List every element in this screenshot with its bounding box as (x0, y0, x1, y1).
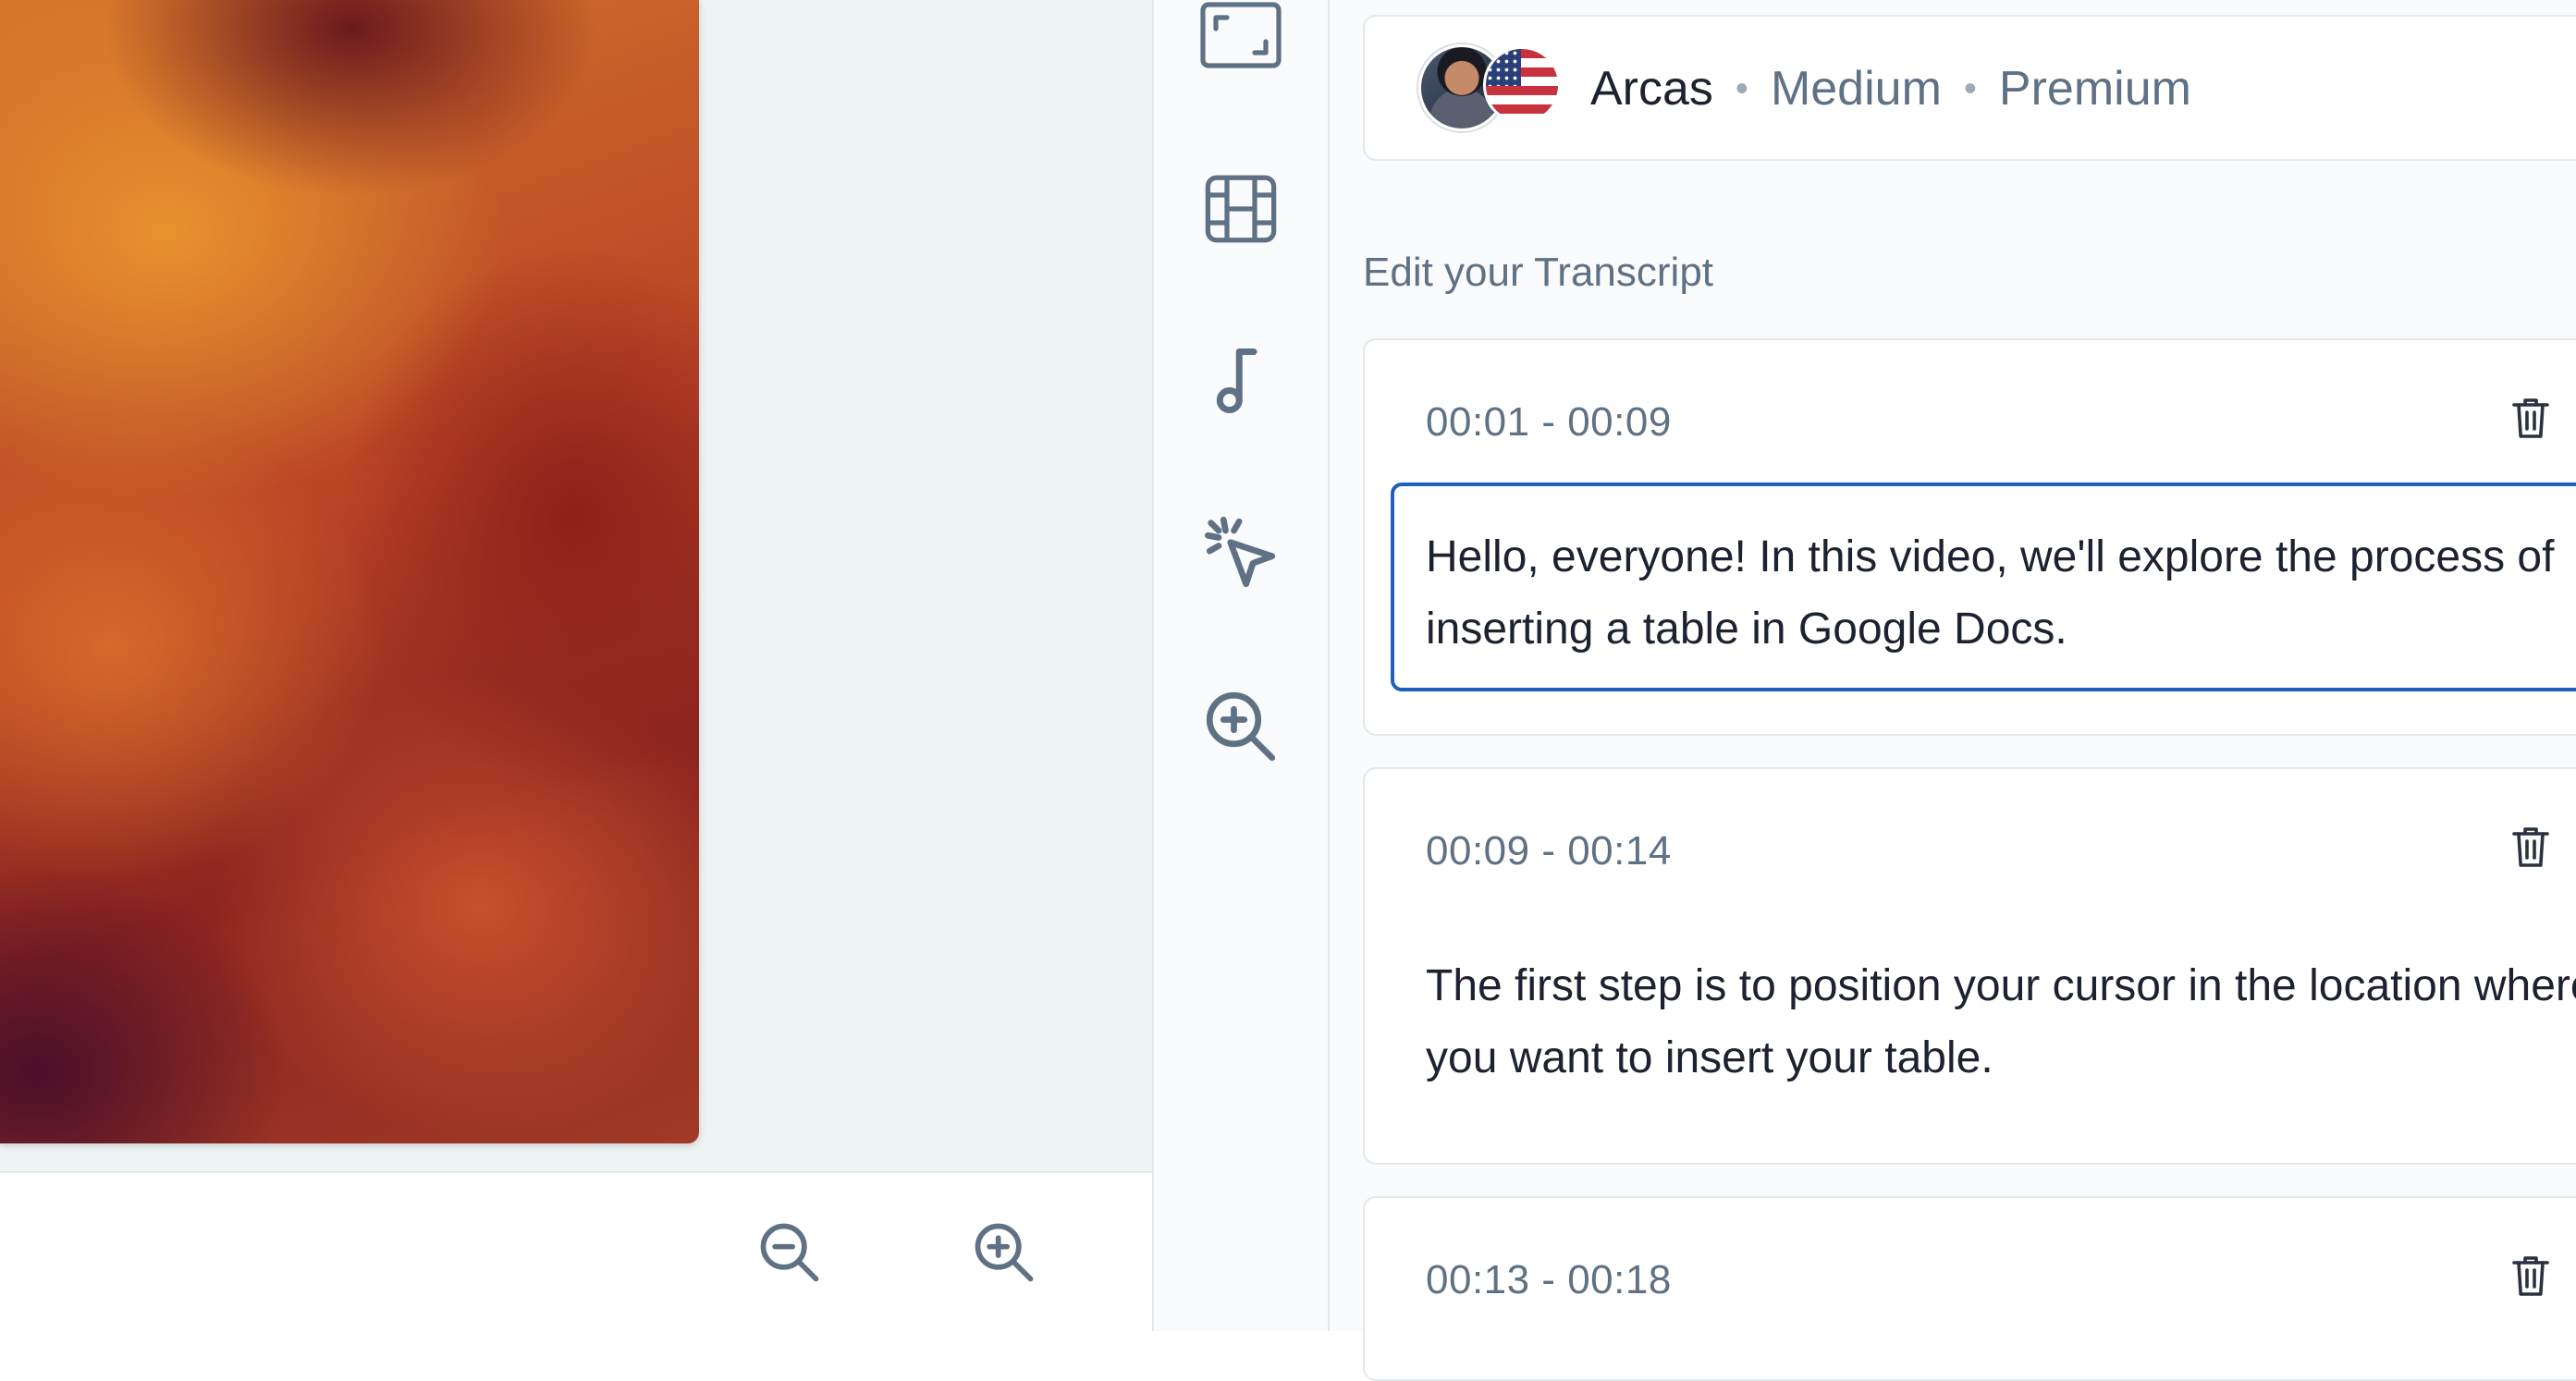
transcript-segment: 00:09 - 00:14 The first step is to posit… (1363, 767, 2576, 1165)
avatar-tier: Premium (1998, 62, 2191, 116)
avatar-stack (1418, 44, 1561, 131)
transcript-segment: 00:13 - 00:18 (1363, 1196, 2576, 1381)
cursor-click-icon (1205, 517, 1276, 588)
music-tool[interactable] (1195, 335, 1287, 427)
zoom-out-button[interactable] (753, 1216, 827, 1289)
tool-rail (1154, 0, 1328, 1331)
us-flag-icon (1483, 46, 1561, 124)
avatar-name: Arcas (1590, 62, 1713, 116)
zoom-effects-tool[interactable] (1195, 680, 1287, 773)
video-preview[interactable] (0, 0, 699, 1143)
separator-dot: • (1735, 67, 1748, 109)
delete-segment-button[interactable] (2508, 392, 2554, 444)
transcript-title: Edit your Transcript (1363, 250, 1714, 295)
segment-time: 00:09 - 00:14 (1426, 828, 1672, 874)
segment-text-editor[interactable]: Hello, everyone! In this video, we'll ex… (1391, 483, 2576, 691)
click-effects-tool[interactable] (1195, 507, 1287, 599)
trash-icon (2512, 827, 2549, 867)
music-note-icon (1216, 348, 1257, 413)
canvas-area (0, 0, 1152, 1171)
trash-icon (2512, 1256, 2549, 1296)
delete-segment-button[interactable] (2508, 1250, 2554, 1302)
zoom-out-icon (760, 1223, 819, 1282)
aspect-ratio-tool[interactable] (1195, 0, 1287, 81)
delete-segment-button[interactable] (2508, 821, 2554, 873)
transcript-panel: Arcas • Medium • Premium Edit your Trans… (1330, 0, 2576, 1381)
film-icon (1205, 175, 1277, 243)
media-tool[interactable] (1195, 163, 1287, 255)
segment-time: 00:13 - 00:18 (1426, 1257, 1672, 1302)
avatar-size: Medium (1770, 62, 1942, 116)
trash-icon (2512, 398, 2549, 438)
segment-text-editor[interactable]: The first step is to position your curso… (1391, 911, 2576, 1120)
zoom-in-button[interactable] (967, 1216, 1041, 1289)
zoom-plus-icon (1206, 691, 1276, 762)
canvas-toolbar (0, 1171, 1152, 1333)
transcript-segment: 00:01 - 00:09 Hello, everyone! In this v… (1363, 338, 2576, 736)
avatar-meta: Arcas • Medium • Premium (1590, 52, 2191, 126)
frame-icon (1200, 2, 1282, 68)
zoom-in-icon (975, 1223, 1034, 1282)
separator-dot: • (1963, 67, 1977, 109)
segment-time: 00:01 - 00:09 (1426, 399, 1672, 445)
avatar-card[interactable]: Arcas • Medium • Premium (1363, 15, 2576, 161)
